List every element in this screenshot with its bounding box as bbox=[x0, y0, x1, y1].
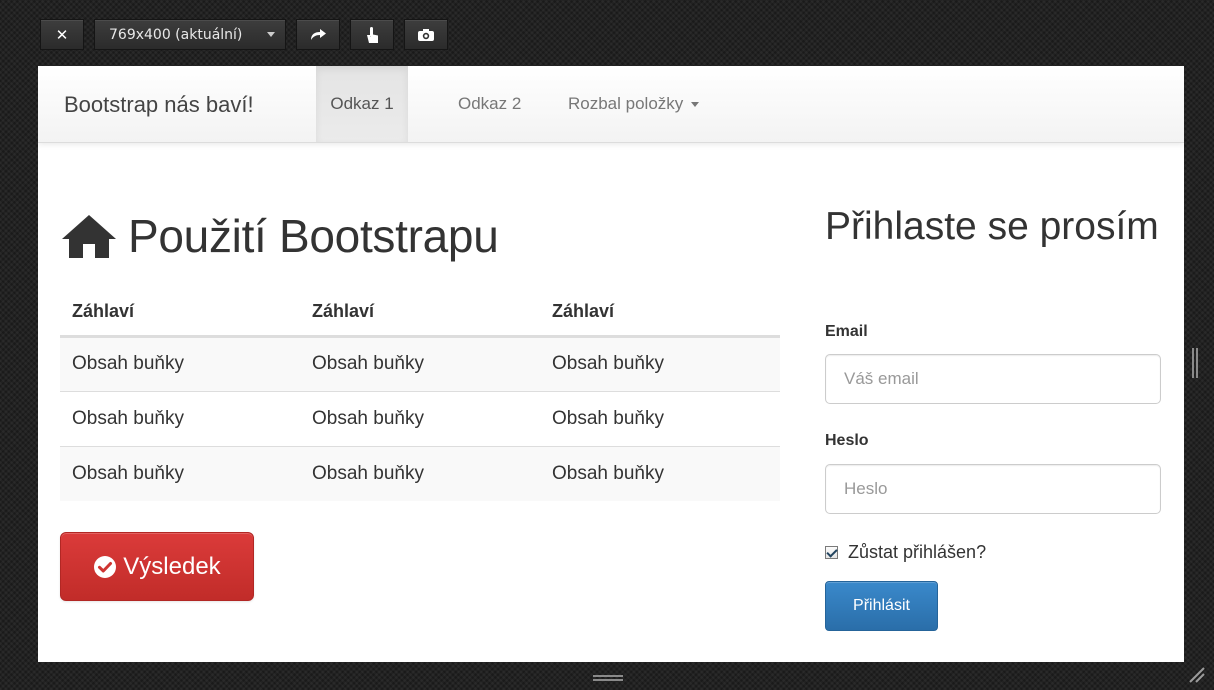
viewport-size-value: 769x400 (aktuální) bbox=[109, 26, 243, 43]
table-header-cell: Záhlaví bbox=[540, 288, 780, 338]
rotate-button[interactable] bbox=[296, 19, 340, 50]
email-label: Email bbox=[825, 323, 868, 340]
login-title: Přihlaste se prosím bbox=[825, 205, 1159, 248]
password-field[interactable] bbox=[825, 464, 1161, 514]
remember-me: Zůstat přihlášen? bbox=[825, 542, 986, 563]
table-row: Obsah buňky Obsah buňky Obsah buňky bbox=[60, 390, 780, 446]
nav-link-odkaz-2[interactable]: Odkaz 2 bbox=[458, 66, 521, 142]
table-header-cell: Záhlaví bbox=[60, 288, 300, 338]
login-button-label: Přihlásit bbox=[853, 597, 910, 614]
result-button[interactable]: Výsledek bbox=[60, 532, 254, 601]
nav-link-label: Odkaz 2 bbox=[458, 94, 522, 113]
table-row: Obsah buňky Obsah buňky Obsah buňky bbox=[60, 445, 780, 501]
touch-icon bbox=[367, 26, 378, 43]
table-cell: Obsah buňky bbox=[540, 390, 780, 446]
login-button[interactable]: Přihlásit bbox=[825, 581, 938, 631]
table-cell: Obsah buňky bbox=[300, 390, 540, 446]
page-title: Použití Bootstrapu bbox=[60, 209, 499, 263]
chevron-down-icon bbox=[691, 101, 700, 107]
touch-button[interactable] bbox=[350, 19, 394, 50]
nav-link-label: Odkaz 1 bbox=[330, 94, 394, 113]
navbar-brand[interactable]: Bootstrap nás baví! bbox=[64, 92, 254, 118]
remember-checkbox[interactable] bbox=[825, 546, 838, 559]
emulator-toolbar: ✕ 769x400 (aktuální) bbox=[40, 19, 448, 50]
close-button[interactable]: ✕ bbox=[40, 19, 84, 50]
nav-dropdown-toggle[interactable]: Rozbal položky bbox=[568, 66, 700, 142]
table-header-cell: Záhlaví bbox=[300, 288, 540, 338]
page-title-text: Použití Bootstrapu bbox=[128, 210, 499, 262]
nav-link-odkaz-1[interactable]: Odkaz 1 bbox=[316, 66, 408, 142]
table-header-row: Záhlaví Záhlaví Záhlaví bbox=[60, 288, 780, 338]
table-cell: Obsah buňky bbox=[300, 335, 540, 391]
table-cell: Obsah buňky bbox=[60, 445, 300, 501]
camera-icon bbox=[418, 28, 434, 41]
email-field[interactable] bbox=[825, 354, 1161, 404]
table-cell: Obsah buňky bbox=[60, 335, 300, 391]
remember-label: Zůstat přihlášen? bbox=[848, 542, 987, 562]
data-table: Záhlaví Záhlaví Záhlaví Obsah buňky Obsa… bbox=[60, 288, 780, 501]
screenshot-button[interactable] bbox=[404, 19, 448, 50]
resize-handle-bottom[interactable] bbox=[593, 675, 623, 681]
table-cell: Obsah buňky bbox=[540, 445, 780, 501]
table-row: Obsah buňky Obsah buňky Obsah buňky bbox=[60, 335, 780, 391]
rotate-icon bbox=[311, 28, 326, 40]
table-cell: Obsah buňky bbox=[300, 445, 540, 501]
chevron-down-icon bbox=[267, 32, 275, 37]
resize-handle-right[interactable] bbox=[1192, 348, 1198, 378]
resize-handle-corner-icon[interactable] bbox=[1186, 664, 1206, 684]
home-icon bbox=[62, 215, 116, 258]
emulated-viewport: Bootstrap nás baví! Odkaz 1 Odkaz 2 Rozb… bbox=[38, 66, 1184, 662]
table-cell: Obsah buňky bbox=[540, 335, 780, 391]
navbar: Bootstrap nás baví! Odkaz 1 Odkaz 2 Rozb… bbox=[38, 66, 1184, 143]
viewport-size-select[interactable]: 769x400 (aktuální) bbox=[94, 19, 286, 50]
close-icon: ✕ bbox=[55, 25, 69, 44]
check-circle-icon bbox=[94, 555, 117, 578]
table-cell: Obsah buňky bbox=[60, 390, 300, 446]
result-button-label: Výsledek bbox=[123, 552, 221, 580]
password-label: Heslo bbox=[825, 432, 869, 449]
nav-link-label: Rozbal položky bbox=[568, 94, 684, 113]
